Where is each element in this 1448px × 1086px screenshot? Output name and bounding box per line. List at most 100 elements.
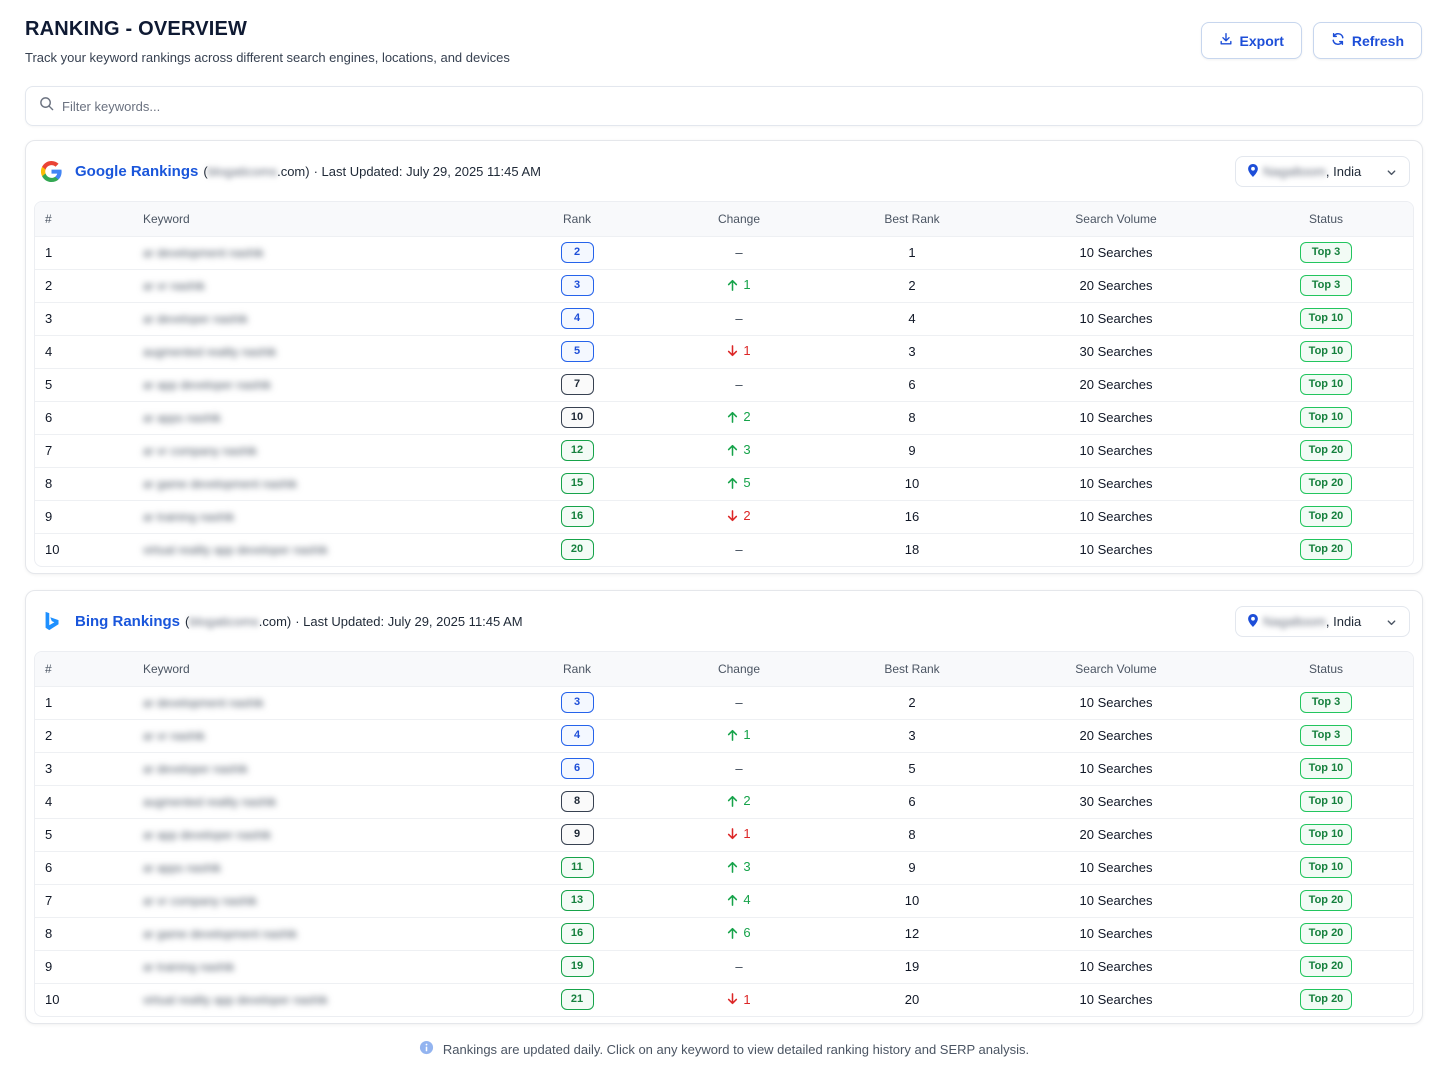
table-row[interactable]: 4 augmented reality nashik 8 2 6 30 Searches T…	[35, 784, 1413, 818]
rank-cell: 15	[507, 466, 647, 500]
keyword-cell[interactable]: augmented reality nashik	[131, 334, 507, 368]
column-header-rank[interactable]: Rank	[507, 202, 647, 236]
keyword-cell[interactable]: ar vr company nashik	[131, 433, 507, 467]
row-number: 8	[35, 916, 131, 950]
column-header-best_rank[interactable]: Best Rank	[831, 202, 993, 236]
keyword-cell[interactable]: ar development nashik	[131, 685, 507, 719]
keyword-cell[interactable]: augmented reality nashik	[131, 784, 507, 818]
keyword-text[interactable]: ar training nashik	[143, 960, 234, 974]
keyword-text[interactable]: ar development nashik	[143, 696, 264, 710]
search-volume: 10 Searches	[993, 301, 1239, 335]
keyword-text[interactable]: ar game development nashik	[143, 927, 297, 941]
table-row[interactable]: 10 virtual reality app developer nashik 20…	[35, 532, 1413, 566]
table-row[interactable]: 4 augmented reality nashik 5 1 3 30 Searches T…	[35, 334, 1413, 368]
status-badge: Top 3	[1300, 242, 1352, 263]
status-cell: Top 20	[1239, 883, 1413, 917]
keyword-cell[interactable]: virtual reality app developer nashik	[131, 982, 507, 1016]
keyword-text[interactable]: ar apps nashik	[143, 861, 221, 875]
keyword-text[interactable]: ar developer nashik	[143, 312, 248, 326]
keyword-text[interactable]: augmented reality nashik	[143, 795, 276, 809]
keyword-text[interactable]: virtual reality app developer nashik	[143, 993, 328, 1007]
keyword-cell[interactable]: ar training nashik	[131, 949, 507, 983]
keyword-cell[interactable]: ar apps nashik	[131, 850, 507, 884]
keyword-text[interactable]: ar app developer nashik	[143, 378, 271, 392]
keyword-text[interactable]: ar vr company nashik	[143, 894, 257, 908]
keyword-cell[interactable]: ar vr company nashik	[131, 883, 507, 917]
change-amount: 1	[743, 826, 751, 842]
location-select[interactable]: Nagaltoom, India	[1235, 606, 1410, 637]
table-row[interactable]: 7 ar vr company nashik 13 4 10 10 Searches Top…	[35, 883, 1413, 917]
search-input[interactable]	[62, 98, 662, 114]
column-header-rank[interactable]: Rank	[507, 652, 647, 686]
table-row[interactable]: 8 ar game development nashik 15 5 10 10 Searc…	[35, 466, 1413, 500]
column-header-best_rank[interactable]: Best Rank	[831, 652, 993, 686]
keyword-text[interactable]: ar game development nashik	[143, 477, 297, 491]
column-header-change[interactable]: Change	[647, 202, 831, 236]
column-header-num[interactable]: #	[35, 652, 131, 686]
rank-cell: 16	[507, 499, 647, 533]
status-badge: Top 20	[1300, 923, 1352, 944]
keyword-cell[interactable]: virtual reality app developer nashik	[131, 532, 507, 566]
table-row[interactable]: 3 ar developer nashik 6 – 5 10 Searches Top 10	[35, 751, 1413, 785]
keyword-text[interactable]: ar developer nashik	[143, 762, 248, 776]
change-value: 2	[727, 409, 751, 424]
table-row[interactable]: 8 ar game development nashik 16 6 12 10 Searc…	[35, 916, 1413, 950]
rank-badge: 20	[560, 539, 594, 561]
keyword-cell[interactable]: ar development nashik	[131, 235, 507, 269]
table-row[interactable]: 3 ar developer nashik 4–4 10 Searches Top 10	[35, 301, 1413, 335]
engine-title[interactable]: Bing Rankings	[75, 613, 180, 630]
export-button[interactable]: Export	[1200, 22, 1302, 59]
column-header-keyword[interactable]: Keyword	[131, 202, 507, 236]
column-header-num[interactable]: #	[35, 202, 131, 236]
table-row[interactable]: 5 ar app developer nashik 9 1 8 20 Searches To…	[35, 817, 1413, 851]
column-header-volume[interactable]: Search Volume	[993, 652, 1239, 686]
column-header-status[interactable]: Status	[1239, 652, 1413, 686]
keyword-cell[interactable]: ar game development nashik	[131, 466, 507, 500]
keyword-cell[interactable]: ar developer nashik	[131, 301, 507, 335]
keyword-text[interactable]: ar apps nashik	[143, 411, 221, 425]
table-row[interactable]: 6 ar apps nashik 11 3 9 10 Searches Top 10	[35, 850, 1413, 884]
table-row[interactable]: 10 virtual reality app developer nashik 21…	[35, 982, 1413, 1016]
keyword-text[interactable]: virtual reality app developer nashik	[143, 543, 328, 557]
best-rank: 6	[831, 367, 993, 401]
keyword-text[interactable]: ar vr nashik	[143, 729, 205, 743]
keyword-text[interactable]: ar vr company nashik	[143, 444, 257, 458]
column-header-change[interactable]: Change	[647, 652, 831, 686]
engine-title[interactable]: Google Rankings	[75, 163, 198, 180]
keyword-text[interactable]: augmented reality nashik	[143, 345, 276, 359]
table-row[interactable]: 2 ar vr nashik 3 1 2 20 Searches Top 3	[35, 268, 1413, 302]
table-row[interactable]: 7 ar vr company nashik 12 3 9 10 Searches Top …	[35, 433, 1413, 467]
table-row[interactable]: 1 ar development nashik 3 – 2 10 Searches Top …	[35, 685, 1413, 719]
keyword-cell[interactable]: ar training nashik	[131, 499, 507, 533]
keyword-cell[interactable]: ar vr nashik	[131, 268, 507, 302]
status-cell: Top 20	[1239, 916, 1413, 950]
keyword-cell[interactable]: ar app developer nashik	[131, 367, 507, 401]
column-header-volume[interactable]: Search Volume	[993, 202, 1239, 236]
table-row[interactable]: 6 ar apps nashik 10 2 8 10 Searches Top 10	[35, 400, 1413, 434]
column-header-keyword[interactable]: Keyword	[131, 652, 507, 686]
refresh-button[interactable]: Refresh	[1312, 22, 1422, 59]
keyword-cell[interactable]: ar apps nashik	[131, 400, 507, 434]
change-cell: –	[647, 367, 831, 401]
keyword-text[interactable]: ar training nashik	[143, 510, 234, 524]
keyword-cell[interactable]: ar game development nashik	[131, 916, 507, 950]
keyword-text[interactable]: ar development nashik	[143, 246, 264, 260]
change-value: 3	[727, 442, 751, 458]
table-row[interactable]: 9 ar training nashik 19–19 10 Searches Top 2…	[35, 949, 1413, 983]
keyword-cell[interactable]: ar developer nashik	[131, 751, 507, 785]
column-header-status[interactable]: Status	[1239, 202, 1413, 236]
keyword-cell[interactable]: ar vr nashik	[131, 718, 507, 752]
table-row[interactable]: 9 ar training nashik 16 2 16 10 Searches Top 2…	[35, 499, 1413, 533]
keyword-text[interactable]: ar app developer nashik	[143, 828, 271, 842]
keyword-cell[interactable]: ar app developer nashik	[131, 817, 507, 851]
table-row[interactable]: 1 ar development nashik 2–1 10 Searches Top …	[35, 235, 1413, 269]
keyword-text[interactable]: ar vr nashik	[143, 279, 205, 293]
table-row[interactable]: 2 ar vr nashik 4 1 3 20 Searches Top 3	[35, 718, 1413, 752]
location-country: , India	[1325, 164, 1362, 179]
table-row[interactable]: 5 ar app developer nashik 7 – 6 20 Searches To…	[35, 367, 1413, 401]
keyword-filter[interactable]	[25, 86, 1423, 126]
search-volume: 10 Searches	[993, 433, 1239, 467]
search-volume: 10 Searches	[993, 499, 1239, 533]
change-amount: 3	[743, 442, 751, 458]
location-select[interactable]: Nagaltoom, India	[1235, 156, 1410, 187]
